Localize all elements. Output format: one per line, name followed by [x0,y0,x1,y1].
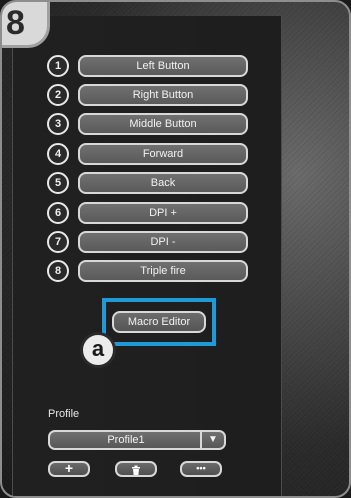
assign-forward-button[interactable]: Forward [78,143,248,165]
add-profile-button[interactable]: + [48,461,90,477]
assign-middle-button[interactable]: Middle Button [78,113,248,135]
button-number: 2 [47,84,69,106]
profile-selected-value: Profile1 [107,434,145,446]
button-number: 4 [47,143,69,165]
step-number: 8 [6,4,25,42]
plus-icon: + [64,460,74,476]
button-number: 8 [47,260,69,282]
macro-editor-button[interactable]: Macro Editor [112,311,206,333]
assign-triple-fire-button[interactable]: Triple fire [78,260,248,282]
assign-dpi-down-button[interactable]: DPI - [78,231,248,253]
assign-dpi-up-button[interactable]: DPI + [78,202,248,224]
more-options-button[interactable]: ••• [180,461,222,477]
button-number: 1 [47,55,69,77]
step-badge: 8 [2,2,50,48]
assign-left-button[interactable]: Left Button [78,55,248,77]
screen-frame: 8 1 Left Button 2 Right Button 3 Middle … [0,0,351,498]
callout-marker: a [80,332,116,368]
assign-right-button[interactable]: Right Button [78,84,248,106]
ellipsis-icon: ••• [196,463,206,473]
assign-back-button[interactable]: Back [78,172,248,194]
trash-icon [132,465,140,475]
button-number: 7 [47,231,69,253]
chevron-down-icon[interactable]: ▼ [200,432,224,448]
button-number: 3 [47,113,69,135]
button-number: 6 [47,202,69,224]
delete-profile-button[interactable] [115,461,157,477]
profile-label: Profile [48,408,80,420]
profile-dropdown[interactable]: Profile1 ▼ [48,430,226,450]
button-number: 5 [47,172,69,194]
